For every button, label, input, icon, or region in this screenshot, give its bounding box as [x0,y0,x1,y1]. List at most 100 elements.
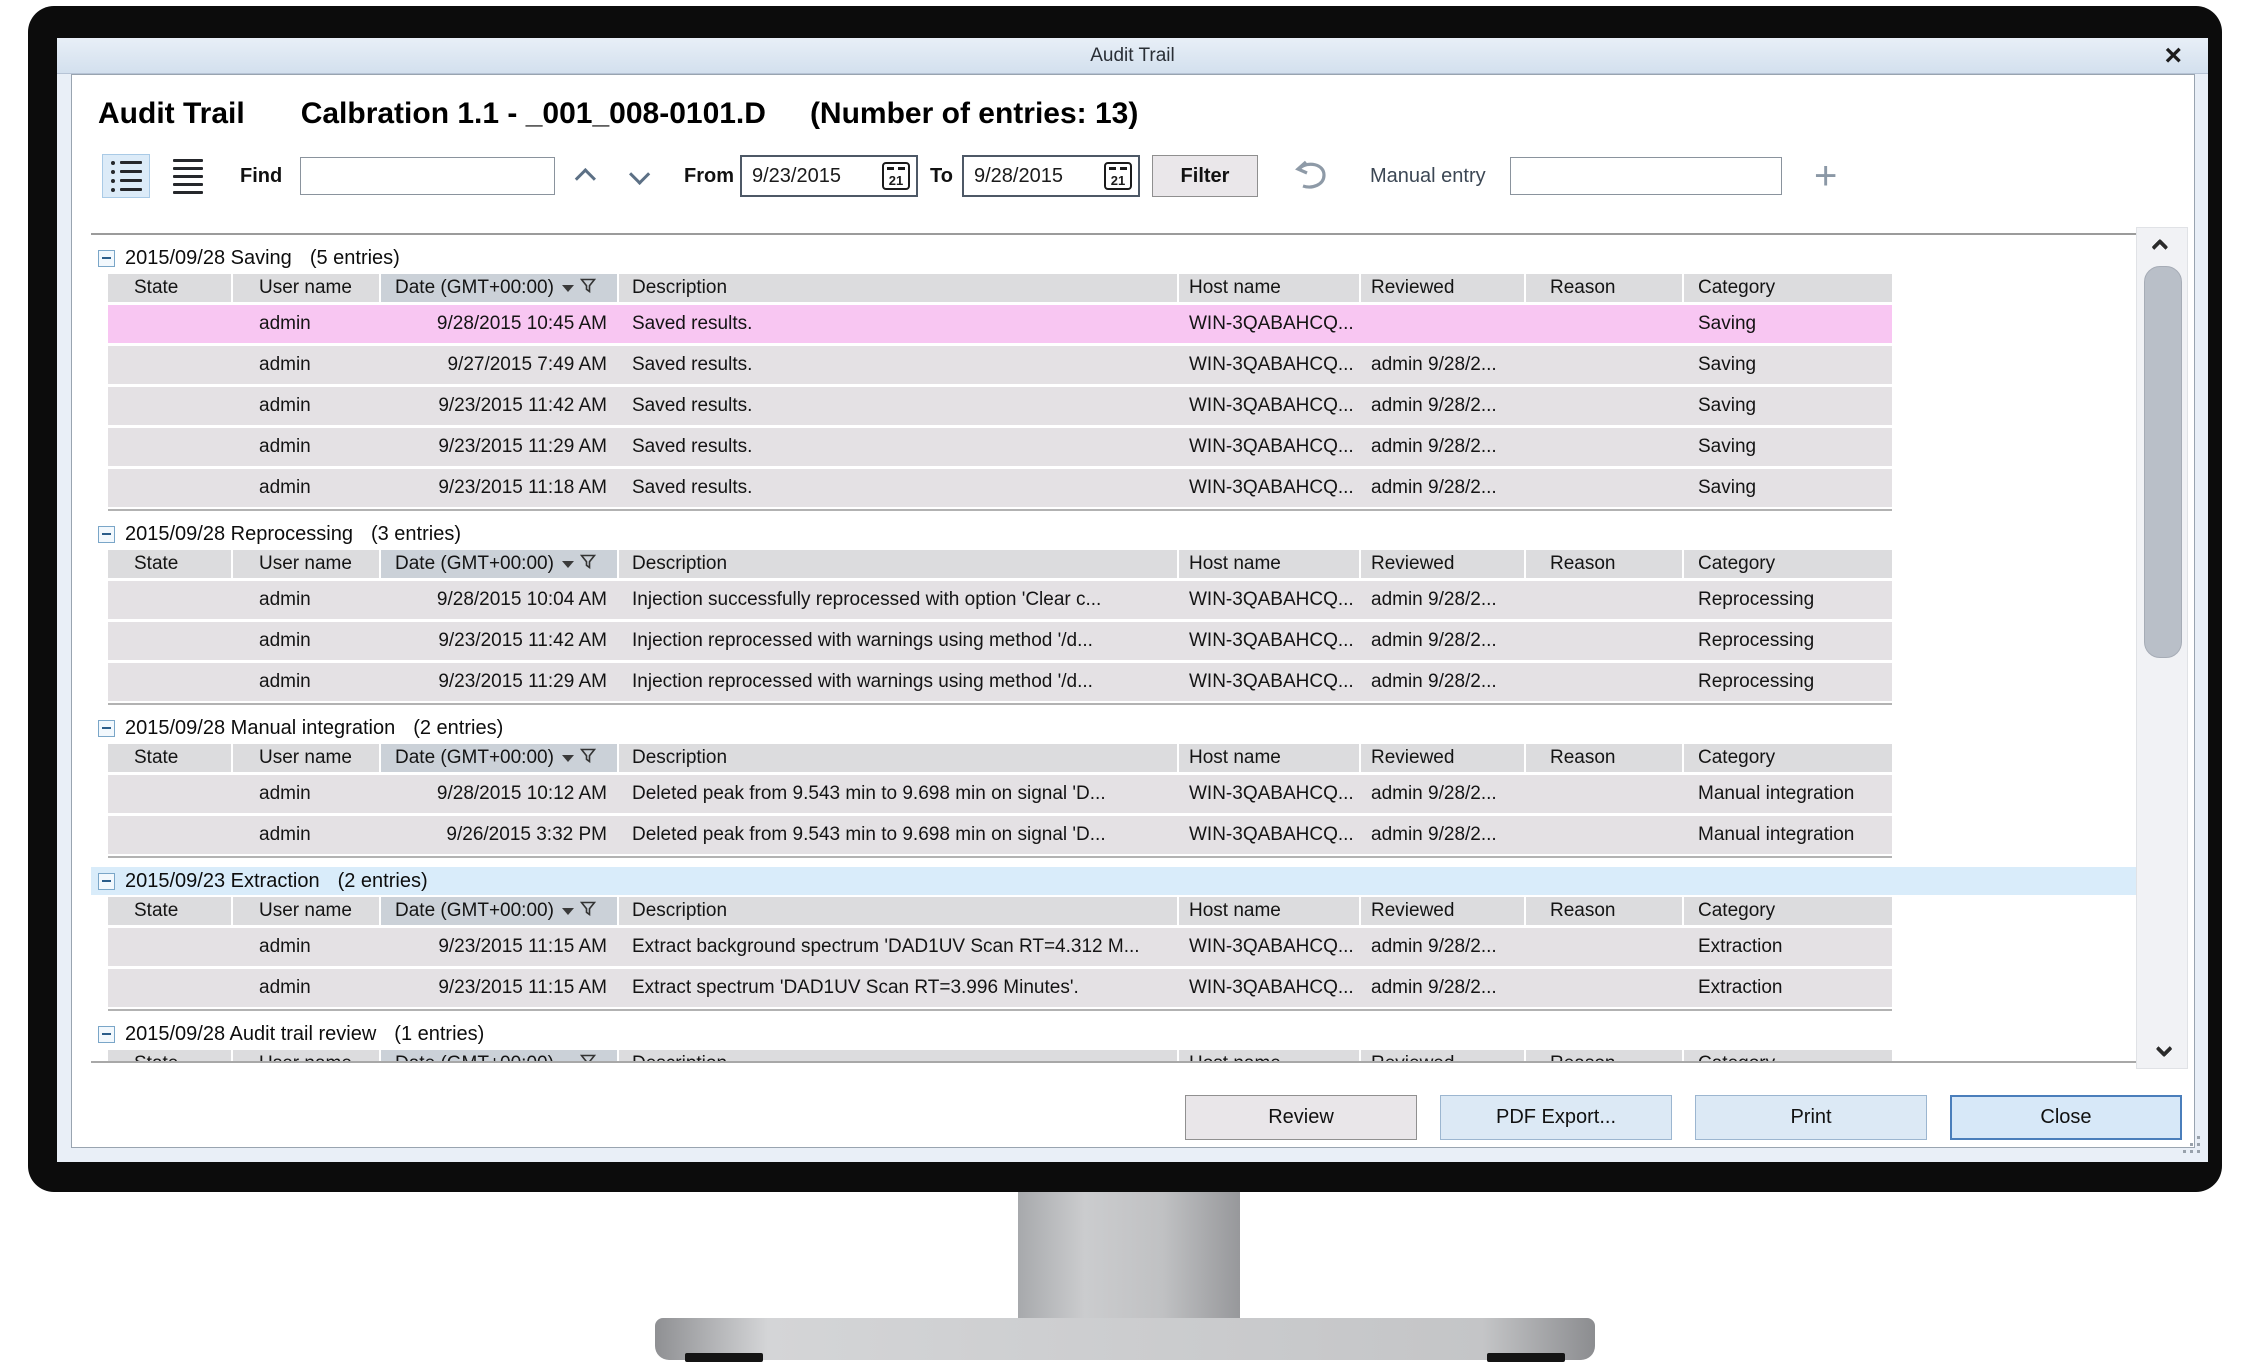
column-header[interactable]: State [108,1050,233,1063]
cell-date: 9/23/2015 11:42 AM [381,395,619,417]
column-header[interactable]: Host name [1179,550,1361,578]
column-header[interactable]: Reason [1526,897,1684,925]
grouped-view-button[interactable] [102,154,150,198]
column-header[interactable]: Host name [1179,274,1361,302]
column-header[interactable]: State [108,274,233,302]
calendar-icon[interactable]: 21 [1104,162,1132,190]
review-button[interactable]: Review [1185,1095,1417,1140]
table-row[interactable]: admin9/26/2015 3:32 PMDeleted peak from … [108,816,1892,854]
collapse-icon[interactable] [98,1026,115,1043]
collapse-icon[interactable] [98,526,115,543]
table-row[interactable]: admin9/27/2015 7:49 AMSaved results.WIN-… [108,346,1892,384]
table-row[interactable]: admin9/23/2015 11:42 AMInjection reproce… [108,622,1892,660]
from-date-input[interactable]: 9/23/2015 21 [740,155,918,197]
cell-date: 9/26/2015 3:32 PM [381,824,619,846]
column-header[interactable]: Reviewed [1361,1050,1526,1063]
column-header[interactable]: Description [619,744,1179,772]
table-row[interactable]: admin9/23/2015 11:29 AMSaved results.WIN… [108,428,1892,466]
column-header-label: User name [259,747,352,769]
table-row[interactable]: admin9/23/2015 11:15 AMExtract backgroun… [108,928,1892,966]
column-header[interactable]: Reason [1526,550,1684,578]
column-header[interactable]: Date (GMT+00:00) [381,897,619,925]
filter-funnel-icon[interactable] [580,277,596,299]
scrollbar-thumb[interactable] [2144,266,2182,658]
column-header[interactable]: State [108,550,233,578]
column-header[interactable]: Reviewed [1361,550,1526,578]
find-previous-button[interactable] [580,153,595,199]
column-header[interactable]: Description [619,1050,1179,1063]
filter-funnel-icon[interactable] [580,900,596,922]
table-row[interactable]: admin9/23/2015 11:18 AMSaved results.WIN… [108,469,1892,507]
close-icon[interactable]: × [2164,40,2182,72]
column-header[interactable]: User name [233,744,381,772]
filter-funnel-icon[interactable] [580,1053,596,1063]
filter-funnel-icon[interactable] [580,747,596,769]
table-row[interactable]: admin9/28/2015 10:04 AMInjection success… [108,581,1892,619]
resize-grip[interactable] [2180,1136,2200,1156]
column-header[interactable]: Description [619,550,1179,578]
column-header[interactable]: Reviewed [1361,744,1526,772]
sort-desc-icon[interactable] [562,285,574,292]
column-header[interactable]: Host name [1179,1050,1361,1063]
table-row[interactable]: admin9/23/2015 11:42 AMSaved results.WIN… [108,387,1892,425]
add-manual-entry-button[interactable]: + [1814,153,1837,199]
flat-view-button[interactable] [164,154,212,198]
find-input[interactable] [300,157,555,195]
column-header[interactable]: State [108,744,233,772]
column-header[interactable]: Category [1684,274,1892,302]
vertical-scrollbar[interactable] [2136,227,2188,1069]
sort-desc-icon[interactable] [562,561,574,568]
column-header[interactable]: Category [1684,1050,1892,1063]
sort-desc-icon[interactable] [562,755,574,762]
table-row[interactable]: admin9/23/2015 11:29 AMInjection reproce… [108,663,1892,701]
print-button[interactable]: Print [1695,1095,1927,1140]
manual-entry-input[interactable] [1510,157,1782,195]
column-header[interactable]: User name [233,274,381,302]
group-header[interactable]: 2015/09/28 Reprocessing(3 entries) [91,520,2158,548]
scroll-down-button[interactable] [2137,1034,2187,1068]
sort-desc-icon[interactable] [562,1061,574,1064]
table-row[interactable]: admin9/23/2015 11:15 AMExtract spectrum … [108,969,1892,1007]
collapse-icon[interactable] [98,250,115,267]
column-header[interactable]: Reviewed [1361,897,1526,925]
sort-desc-icon[interactable] [562,908,574,915]
calendar-icon[interactable]: 21 [882,162,910,190]
scroll-up-button[interactable] [2137,228,2187,262]
to-date-input[interactable]: 9/28/2015 21 [962,155,1140,197]
group-header[interactable]: 2015/09/23 Extraction(2 entries) [91,867,2158,895]
column-header[interactable]: State [108,897,233,925]
column-header[interactable]: Description [619,897,1179,925]
undo-filter-button[interactable] [1290,153,1330,199]
column-header-label: Date (GMT+00:00) [395,900,554,922]
table-row[interactable]: admin9/28/2015 10:12 AMDeleted peak from… [108,775,1892,813]
column-header[interactable]: Category [1684,550,1892,578]
column-header[interactable]: User name [233,1050,381,1063]
column-header[interactable]: Reason [1526,274,1684,302]
column-header[interactable]: Description [619,274,1179,302]
column-header[interactable]: Reason [1526,744,1684,772]
group-header[interactable]: 2015/09/28 Audit trail review(1 entries) [91,1020,2158,1048]
column-header[interactable]: Date (GMT+00:00) [381,744,619,772]
column-header[interactable]: Host name [1179,897,1361,925]
column-header[interactable]: Date (GMT+00:00) [381,1050,619,1063]
column-header[interactable]: Category [1684,744,1892,772]
column-header[interactable]: Category [1684,897,1892,925]
close-button[interactable]: Close [1950,1095,2182,1140]
filter-button[interactable]: Filter [1152,155,1258,197]
table-row[interactable]: admin9/28/2015 10:45 AMSaved results.WIN… [108,305,1892,343]
filter-funnel-icon[interactable] [580,553,596,575]
group-header[interactable]: 2015/09/28 Manual integration(2 entries) [91,714,2158,742]
column-header[interactable]: Reason [1526,1050,1684,1063]
column-header[interactable]: User name [233,897,381,925]
cell-user: admin [233,436,381,458]
pdf-export-button[interactable]: PDF Export... [1440,1095,1672,1140]
column-header[interactable]: User name [233,550,381,578]
group-header[interactable]: 2015/09/28 Saving(5 entries) [91,244,2158,272]
column-header[interactable]: Date (GMT+00:00) [381,550,619,578]
column-header[interactable]: Host name [1179,744,1361,772]
column-header[interactable]: Date (GMT+00:00) [381,274,619,302]
collapse-icon[interactable] [98,720,115,737]
collapse-icon[interactable] [98,873,115,890]
column-header[interactable]: Reviewed [1361,274,1526,302]
find-next-button[interactable] [630,153,645,199]
